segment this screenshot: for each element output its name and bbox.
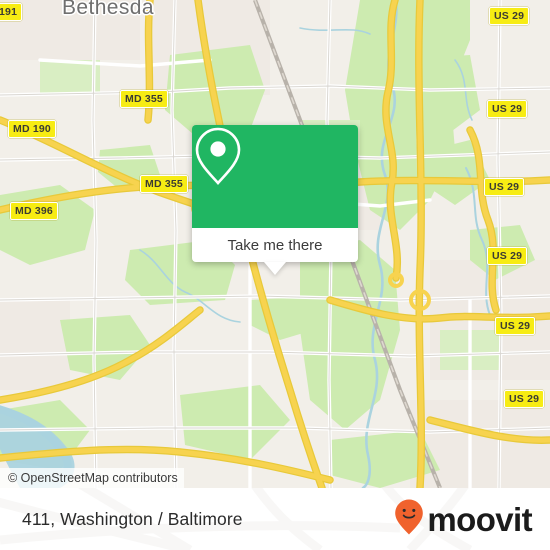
road-shield: MD 355 [140, 175, 188, 193]
road-shield: US 29 [487, 247, 528, 265]
moovit-map-screen: Bethesda 191 MD 355 MD 190 MD 355 MD 396… [0, 0, 550, 550]
road-shield: US 29 [504, 390, 545, 408]
take-me-there-button[interactable]: Take me there [192, 228, 358, 262]
road-shield: US 29 [484, 178, 525, 196]
location-popup-card[interactable]: Take me there [192, 125, 358, 275]
footer-bar: 411, Washington / Baltimore moovit [0, 488, 550, 550]
location-title: 411, Washington / Baltimore [22, 508, 243, 529]
map-canvas[interactable]: Bethesda 191 MD 355 MD 190 MD 355 MD 396… [0, 0, 550, 488]
popup-header [192, 125, 358, 228]
place-label-bethesda: Bethesda [62, 0, 154, 19]
road-shield: MD 396 [10, 202, 58, 220]
road-shield: MD 355 [120, 90, 168, 108]
road-shield: US 29 [495, 317, 536, 335]
moovit-wordmark: moovit [427, 500, 532, 538]
moovit-logo[interactable]: moovit [394, 488, 533, 550]
road-shield: US 29 [487, 100, 528, 118]
popup-pointer-tail [264, 262, 286, 275]
moovit-pin-smile-icon [394, 498, 424, 541]
osm-attribution[interactable]: © OpenStreetMap contributors [0, 468, 184, 488]
road-shield: MD 190 [8, 120, 56, 138]
road-shield: 191 [0, 3, 23, 21]
road-shield: US 29 [489, 7, 530, 25]
